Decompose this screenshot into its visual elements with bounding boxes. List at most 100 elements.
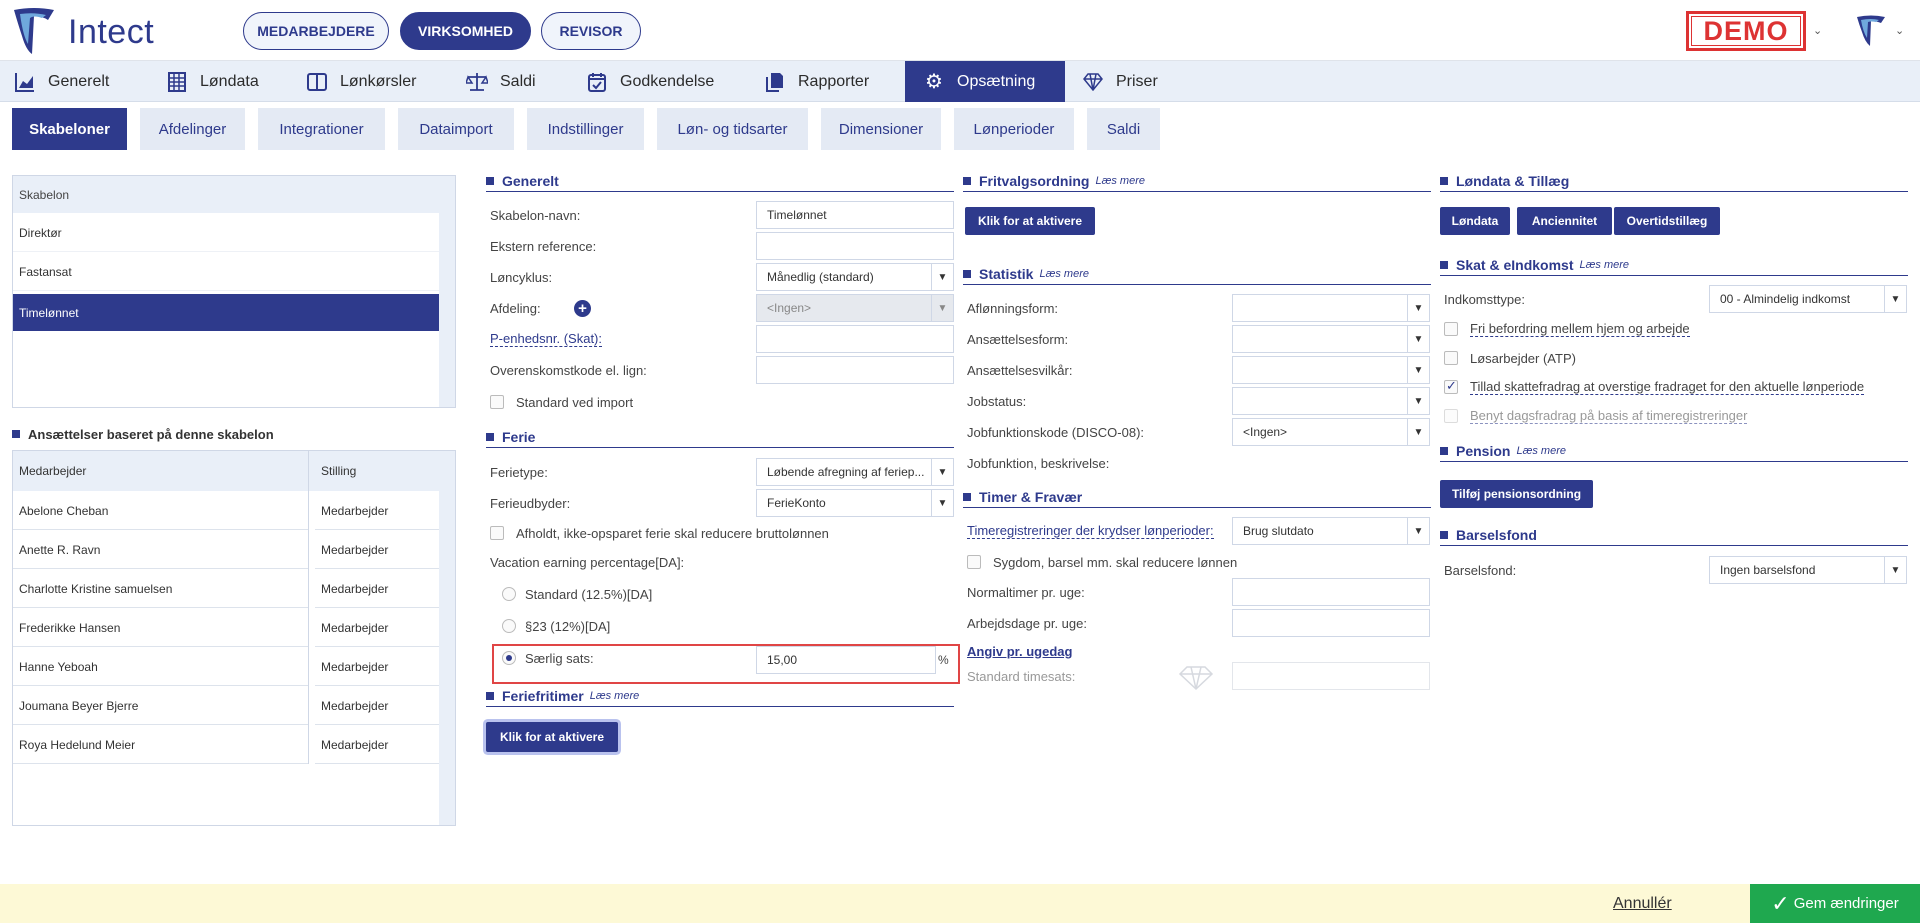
checkmark-icon: ✓ <box>1771 890 1790 916</box>
radio-special-rate[interactable] <box>502 651 516 665</box>
disco-select[interactable]: <Ingen> ▼ <box>1232 418 1430 446</box>
save-button[interactable]: ✓ Gem ændringer <box>1750 884 1920 923</box>
nav-lonkorsler[interactable]: Lønkørsler <box>306 61 456 102</box>
pill-virksomhed[interactable]: VIRKSOMHED <box>400 12 531 50</box>
tab-lon-og-tidsarter[interactable]: Løn- og tidsarter <box>657 108 808 150</box>
table-cell[interactable]: Medarbejder <box>315 648 439 686</box>
template-item-direktor[interactable]: Direktør <box>13 215 455 252</box>
agreement-code-input[interactable] <box>756 356 954 384</box>
table-cell[interactable]: Medarbejder <box>315 687 439 725</box>
employment-terms-select[interactable]: ▼ <box>1232 356 1430 384</box>
column-header-stilling[interactable]: Stilling <box>315 452 445 490</box>
template-item-fastansat[interactable]: Fastansat <box>13 254 455 291</box>
work-days-input[interactable] <box>1232 609 1430 637</box>
pay-cycle-select[interactable]: Månedlig (standard) ▼ <box>756 263 954 291</box>
anciennitet-button[interactable]: Anciennitet <box>1517 207 1612 235</box>
table-cell[interactable]: Medarbejder <box>315 492 439 530</box>
table-row[interactable]: Abelone Cheban <box>13 492 308 530</box>
logo[interactable]: Intect <box>12 6 154 58</box>
nav-saldi[interactable]: Saldi <box>466 61 576 102</box>
table-row[interactable]: Hanne Yeboah <box>13 648 308 686</box>
scrollbar[interactable] <box>439 451 455 825</box>
read-more-link[interactable]: Læs mere <box>1039 268 1089 280</box>
table-cell[interactable]: Medarbejder <box>315 531 439 569</box>
p-unit-input[interactable] <box>756 325 954 353</box>
add-pension-button[interactable]: Tilføj pensionsordning <box>1440 480 1593 508</box>
tab-afdelinger[interactable]: Afdelinger <box>140 108 245 150</box>
overtime-button[interactable]: Overtidstillæg <box>1614 207 1720 235</box>
holiday-provider-select[interactable]: FerieKonto ▼ <box>756 489 954 517</box>
feriefritimer-activate-button[interactable]: Klik for at aktivere <box>486 722 618 752</box>
radio-paragraph-23[interactable] <box>502 619 516 633</box>
read-more-link[interactable]: Læs mere <box>1095 175 1145 187</box>
dropdown-arrow-icon[interactable]: ▼ <box>931 459 953 485</box>
free-transport-text: Fri befordring mellem hjem og arbejde <box>1470 321 1690 337</box>
radio-standard[interactable] <box>502 587 516 601</box>
job-status-select[interactable]: ▼ <box>1232 387 1430 415</box>
nav-godkendelse[interactable]: Godkendelse <box>586 61 746 102</box>
tab-lonperioder[interactable]: Lønperioder <box>954 108 1074 150</box>
holiday-type-select[interactable]: Løbende afregning af feriep... ▼ <box>756 458 954 486</box>
table-cell[interactable]: Medarbejder <box>315 570 439 608</box>
table-row[interactable]: Frederikke Hansen <box>13 609 308 647</box>
nav-opsaetning[interactable]: ⚙ Opsætning <box>905 61 1065 102</box>
template-item-timelonnet[interactable]: Timelønnet <box>13 294 455 331</box>
salary-form-select[interactable]: ▼ <box>1232 294 1430 322</box>
chevron-down-icon[interactable]: ⌄ <box>1895 24 1904 37</box>
dropdown-arrow-icon[interactable]: ▼ <box>1407 295 1429 321</box>
special-rate-input[interactable]: 15,00 <box>756 646 936 674</box>
table-row[interactable]: Roya Hedelund Meier <box>13 726 308 764</box>
tab-integrationer[interactable]: Integrationer <box>258 108 385 150</box>
income-type-select[interactable]: 00 - Almindelig indkomst ▼ <box>1709 285 1907 313</box>
table-row[interactable]: Charlotte Kristine samuelsen <box>13 570 308 608</box>
reduce-gross-checkbox[interactable] <box>490 526 504 540</box>
standard-import-checkbox[interactable] <box>490 395 504 409</box>
dropdown-arrow-icon[interactable]: ▼ <box>931 490 953 516</box>
dropdown-arrow-icon[interactable]: ▼ <box>1407 518 1429 544</box>
fritvalg-activate-button[interactable]: Klik for at aktivere <box>965 207 1095 235</box>
column-header-medarbejder[interactable]: Medarbejder <box>13 452 308 490</box>
table-cell[interactable]: Medarbejder <box>315 726 439 764</box>
read-more-link[interactable]: Læs mere <box>1579 259 1629 271</box>
normal-hours-input[interactable] <box>1232 578 1430 606</box>
dropdown-arrow-icon[interactable]: ▼ <box>1407 357 1429 383</box>
crossing-periods-select[interactable]: Brug slutdato ▼ <box>1232 517 1430 545</box>
dropdown-arrow-icon[interactable]: ▼ <box>1884 286 1906 312</box>
table-row[interactable]: Joumana Beyer Bjerre <box>13 687 308 725</box>
nav-priser[interactable]: Priser <box>1082 61 1202 102</box>
scrollbar[interactable] <box>439 176 455 407</box>
table-row[interactable]: Anette R. Ravn <box>13 531 308 569</box>
read-more-link[interactable]: Læs mere <box>590 690 640 702</box>
chevron-down-icon[interactable]: ⌄ <box>1813 24 1822 37</box>
add-department-icon[interactable]: + <box>574 300 591 317</box>
tab-dataimport[interactable]: Dataimport <box>398 108 514 150</box>
casual-worker-checkbox[interactable] <box>1444 351 1458 365</box>
cancel-button[interactable]: Annullér <box>1613 884 1672 923</box>
employment-form-select[interactable]: ▼ <box>1232 325 1430 353</box>
dropdown-arrow-icon[interactable]: ▼ <box>1407 419 1429 445</box>
dropdown-arrow-icon[interactable]: ▼ <box>1407 326 1429 352</box>
tab-dimensioner[interactable]: Dimensioner <box>821 108 941 150</box>
nav-rapporter[interactable]: Rapporter <box>764 61 904 102</box>
free-transport-checkbox[interactable] <box>1444 322 1458 336</box>
nav-generelt[interactable]: Generelt <box>14 61 164 102</box>
pill-revisor[interactable]: REVISOR <box>541 12 641 50</box>
read-more-link[interactable]: Læs mere <box>1516 445 1566 457</box>
template-name-input[interactable]: Timelønnet <box>756 201 954 229</box>
dropdown-arrow-icon[interactable]: ▼ <box>931 264 953 290</box>
table-cell[interactable]: Medarbejder <box>315 609 439 647</box>
dropdown-arrow-icon[interactable]: ▼ <box>1407 388 1429 414</box>
tax-deduction-checkbox[interactable] <box>1444 378 1458 394</box>
user-logo-icon[interactable] <box>1855 14 1887 48</box>
dropdown-arrow-icon[interactable]: ▼ <box>1884 557 1906 583</box>
nav-londata[interactable]: Løndata <box>166 61 296 102</box>
tab-indstillinger[interactable]: Indstillinger <box>527 108 644 150</box>
external-reference-input[interactable] <box>756 232 954 260</box>
tab-skabeloner[interactable]: Skabeloner <box>12 108 127 150</box>
londata-button[interactable]: Løndata <box>1440 207 1510 235</box>
tab-saldi[interactable]: Saldi <box>1087 108 1160 150</box>
per-weekday-link[interactable]: Angiv pr. ugedag <box>967 641 1072 661</box>
pill-medarbejdere[interactable]: MEDARBEJDERE <box>243 12 389 50</box>
maternity-fund-select[interactable]: Ingen barselsfond ▼ <box>1709 556 1907 584</box>
sickness-reduce-checkbox[interactable] <box>967 555 981 569</box>
